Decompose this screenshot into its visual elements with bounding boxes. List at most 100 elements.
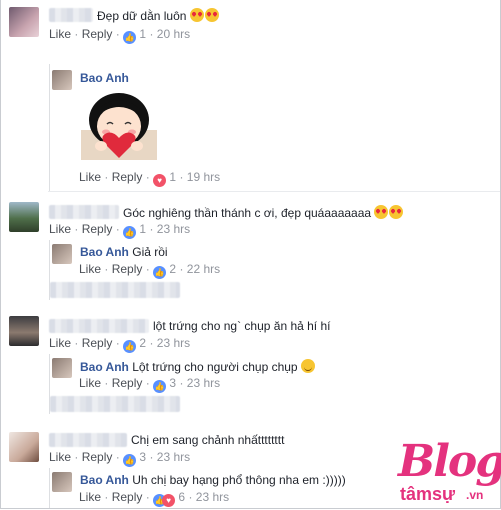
separator-dot: · [149,27,154,41]
reply-text-row: Bao Anh Uh chị bay hạng phổ thông nha em… [80,473,346,487]
heart-eyes-emoji [389,205,404,219]
reaction-count: 1 [169,170,177,184]
avatar[interactable] [9,432,39,462]
reaction-count: 2 [169,262,177,276]
blurred-user-name [49,8,93,22]
like-icon[interactable]: 👍 [123,226,137,239]
blog-tamsu-watermark-logo: Blog tâmsự .vn [394,436,501,506]
avatar[interactable] [52,472,72,492]
reaction-count: 6 [178,490,186,504]
separator-dot: · [145,170,150,184]
reply-link[interactable]: Reply [82,27,113,41]
reply-link[interactable]: Reply [82,222,113,236]
separator-dot: · [104,262,109,276]
separator-dot: · [115,27,120,41]
avatar[interactable] [52,70,72,90]
reply-input-blurred [50,282,180,298]
reaction-count: 1 [139,27,147,41]
reply-link[interactable]: Reply [82,336,113,350]
separator-dot: · [149,450,154,464]
reply-link[interactable]: Reply [112,376,143,390]
separator-dot: · [74,336,79,350]
reply-text-row: Bao Anh Lột trứng cho người chụp chụp [80,359,315,374]
reply-actions: Like · Reply · 👍 ♥ 6 · 23 hrs [79,490,229,507]
like-link[interactable]: Like [79,262,101,276]
reply-text: Uh chị bay hạng phổ thông nha em :))))) [132,473,346,487]
separator-dot: · [115,336,120,350]
separator-dot: · [179,170,184,184]
reply-link[interactable]: Reply [82,450,113,464]
timestamp[interactable]: 23 hrs [157,336,190,350]
smile-emoji [300,359,315,373]
separator-dot: · [74,450,79,464]
reply-link[interactable]: Reply [112,170,143,184]
like-link[interactable]: Like [49,27,71,41]
reply-author[interactable]: Bao Anh [80,360,129,374]
separator-dot: · [149,336,154,350]
like-icon[interactable]: 👍 [123,454,137,467]
reply-text: Lột trứng cho người chụp chụp [132,360,298,374]
watermark-tld: .vn [466,488,484,502]
reply-input-blurred [50,396,180,412]
timestamp[interactable]: 20 hrs [157,27,190,41]
like-link[interactable]: Like [79,170,101,184]
separator-dot: · [115,222,120,236]
avatar[interactable] [52,244,72,264]
reply-author[interactable]: Bao Anh [80,245,129,259]
reply-text: Giả rồi [132,245,168,259]
reply-link[interactable]: Reply [112,262,143,276]
timestamp[interactable]: 23 hrs [187,376,220,390]
like-link[interactable]: Like [49,336,71,350]
blurred-user-name [49,319,149,333]
like-icon[interactable]: 👍 [123,340,137,353]
heart-eyes-emoji [204,8,219,22]
reply-actions: Like · Reply · 👍 2 · 22 hrs [79,262,220,279]
avatar[interactable] [9,7,39,37]
separator-dot: · [104,170,109,184]
avatar[interactable] [52,358,72,378]
separator-dot: · [179,262,184,276]
separator-dot: · [104,376,109,390]
separator-dot: · [74,27,79,41]
separator-dot: · [179,376,184,390]
blurred-user-name [49,205,119,219]
blurred-user-name [49,433,127,447]
separator-dot: · [145,376,150,390]
like-icon[interactable]: 👍 [123,31,137,44]
like-link[interactable]: Like [79,490,101,504]
timestamp[interactable]: 22 hrs [187,262,220,276]
reply-author[interactable]: Bao Anh [80,71,129,85]
comment-text: Đẹp dữ dằn luôn [97,9,187,23]
separator-dot: · [115,450,120,464]
separator-dot: · [188,490,193,504]
comment-text-row: Góc nghiêng thần thánh c ơi, đẹp quáaaaa… [123,205,404,220]
reply-thread-line [49,64,50,192]
comment-text: Chị em sang chảnh nhấtttttttt [131,433,285,447]
reply-text-row: Bao Anh Giả rồi [80,245,168,259]
separator-dot: · [145,490,150,504]
reaction-count: 3 [139,450,147,464]
comment-text-row: Đẹp dữ dằn luôn [97,8,219,23]
heart-icon[interactable]: ♥ [162,494,176,507]
comment-actions: Like · Reply · 👍 1 · 20 hrs [49,27,190,44]
timestamp[interactable]: 23 hrs [157,222,190,236]
like-link[interactable]: Like [79,376,101,390]
like-icon[interactable]: 👍 [153,266,167,279]
comment-actions: Like · Reply · 👍 2 · 23 hrs [49,336,190,353]
reaction-count: 3 [169,376,177,390]
like-link[interactable]: Like [49,450,71,464]
reply-author[interactable]: Bao Anh [80,473,129,487]
timestamp[interactable]: 19 hrs [187,170,220,184]
like-link[interactable]: Like [49,222,71,236]
heart-icon[interactable]: ♥ [153,174,167,187]
sticker-girl-with-heart [81,93,157,160]
avatar[interactable] [9,202,39,232]
avatar[interactable] [9,316,39,346]
like-icon[interactable]: 👍 [153,380,167,393]
reply-link[interactable]: Reply [112,490,143,504]
timestamp[interactable]: 23 hrs [157,450,190,464]
comment-actions: Like · Reply · 👍 1 · 23 hrs [49,222,190,239]
heart-eyes-emoji [189,8,204,22]
timestamp[interactable]: 23 hrs [196,490,229,504]
separator-dot: · [74,222,79,236]
